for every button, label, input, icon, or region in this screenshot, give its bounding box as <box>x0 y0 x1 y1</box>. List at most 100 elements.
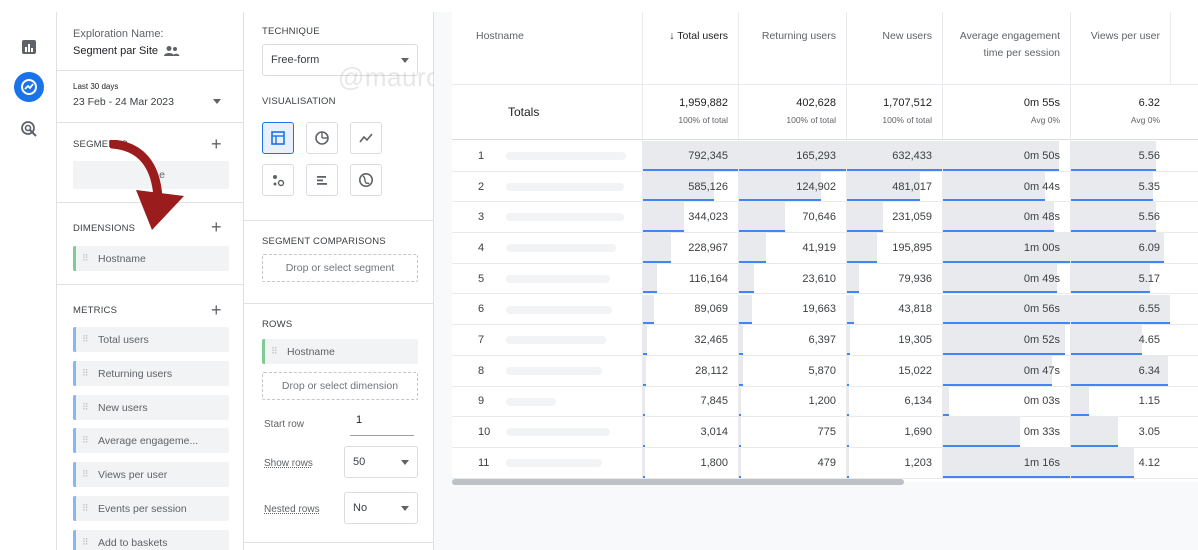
exploration-screen: Exploration Name: Segment par Site Last … <box>0 0 1198 550</box>
dimension-chip-hostname[interactable]: ⠿ Hostname <box>73 246 229 271</box>
cell-value: 1,203 <box>904 456 932 469</box>
table-cell: 6.55 <box>1070 294 1170 325</box>
table-cell: 479 <box>738 448 846 478</box>
totals-value: 1,959,882 <box>679 97 728 109</box>
geo-viz-button[interactable] <box>350 164 382 196</box>
cell-value: 481,017 <box>892 180 932 193</box>
table-row[interactable]: 9 7,845 1,200 6,134 0m 03s 1.15 <box>452 386 1198 418</box>
donut-viz-button[interactable] <box>306 122 338 154</box>
explore-icon[interactable] <box>14 72 44 102</box>
cell-value: 0m 33s <box>1023 426 1060 439</box>
metric-chip[interactable]: ⠿ New users <box>73 395 229 420</box>
nested-rows-select[interactable]: No <box>344 492 418 524</box>
metric-chip[interactable]: ⠿ Add to baskets <box>73 530 229 550</box>
exploration-name[interactable]: Segment par Site <box>73 45 180 57</box>
cell-value: 32,465 <box>694 334 728 347</box>
advertising-icon[interactable] <box>16 116 42 142</box>
metric-chip[interactable]: ⠿ Views per user <box>73 462 229 487</box>
metrics-title: METRICS <box>73 305 118 316</box>
table-cell: 6,397 <box>738 325 846 355</box>
cell-value: 632,433 <box>892 149 932 162</box>
donut-chart-icon <box>315 131 329 145</box>
column-header-total-users[interactable]: ↓ Total users <box>642 12 738 84</box>
cell-value: 4.12 <box>1138 456 1160 469</box>
cell-bar <box>847 386 849 417</box>
metric-chip[interactable]: ⠿ Events per session <box>73 496 229 521</box>
cell-value: 6.55 <box>1138 303 1160 316</box>
reports-icon[interactable] <box>16 34 42 60</box>
cell-value: 344,023 <box>688 211 728 224</box>
table-row[interactable]: 2 585,126 124,902 481,017 0m 44s 5.35 <box>452 171 1198 203</box>
column-header-returning-users[interactable]: Returning users <box>738 12 846 84</box>
show-rows-select[interactable]: 50 <box>344 446 418 478</box>
cell-value: 89,069 <box>694 303 728 316</box>
metric-label: Average engageme... <box>98 434 199 447</box>
table-cell: 5.17 <box>1070 263 1170 294</box>
table-row[interactable]: 8 28,112 5,870 15,022 0m 47s 6.34 <box>452 355 1198 387</box>
horizontal-scrollbar[interactable] <box>452 479 904 485</box>
cell-bar <box>847 202 883 233</box>
add-segment-icon[interactable]: + <box>211 135 222 153</box>
cell-value: 3.05 <box>1138 426 1160 439</box>
cell-value: 0m 56s <box>1023 303 1060 316</box>
rows-chip-hostname[interactable]: ⠿ Hostname <box>262 339 418 364</box>
table-row[interactable]: 7 32,465 6,397 19,305 0m 52s 4.65 <box>452 325 1198 356</box>
cell-bar <box>643 448 645 478</box>
cell-bar <box>643 355 647 386</box>
segment-dropzone[interactable]: Drop or select segment <box>262 254 418 282</box>
rows-dropzone[interactable]: Drop or select dimension <box>262 372 418 400</box>
cell-value: 775 <box>817 426 836 439</box>
scatter-viz-button[interactable] <box>262 164 294 196</box>
line-viz-button[interactable] <box>350 122 382 154</box>
bar-viz-button[interactable] <box>306 164 338 196</box>
table-row[interactable]: 11 1,800 479 1,203 1m 16s 4.12 <box>452 448 1198 479</box>
metric-chip[interactable]: ⠿ Average engageme... <box>73 428 229 453</box>
cell-bar <box>1071 386 1089 417</box>
totals-row: Totals 1,959,882 100% of total 402,628 100… <box>452 84 1198 141</box>
table-cell: 43,818 <box>846 294 942 325</box>
top-banner <box>0 0 1198 12</box>
table-row[interactable]: 6 89,069 19,663 43,818 0m 56s 6.55 <box>452 294 1198 326</box>
table-cell: 41,919 <box>738 233 846 263</box>
add-metric-icon[interactable]: + <box>211 301 222 319</box>
row-index: 7 <box>478 334 485 347</box>
technique-select[interactable]: Free-form <box>262 44 418 76</box>
start-row-label: Start row <box>264 419 305 430</box>
table-cell: 165,293 <box>738 141 846 171</box>
table-row[interactable]: 3 344,023 70,646 231,059 0m 48s 5.56 <box>452 202 1198 234</box>
column-header-avg-engagement[interactable]: Average engagement time per session <box>942 12 1070 84</box>
column-header-hostname[interactable]: Hostname <box>452 12 642 84</box>
date-range-picker[interactable]: Last 30 days 23 Feb - 24 Mar 2023 <box>73 82 229 118</box>
cell-bar <box>739 325 744 355</box>
table-row[interactable]: 5 116,164 23,610 79,936 0m 49s 5.17 <box>452 263 1198 295</box>
cell-value: 0m 49s <box>1023 272 1060 285</box>
table-cell: 28,112 <box>642 355 738 386</box>
table-row[interactable]: 1 792,345 165,293 632,433 0m 50s 5.56 <box>452 141 1198 172</box>
cell-value: 4.65 <box>1138 334 1160 347</box>
cell-value: 1m 00s <box>1023 241 1060 254</box>
cell-bar <box>847 294 854 325</box>
drag-handle-icon: ⠿ <box>82 435 89 445</box>
drag-handle-icon: ⠿ <box>82 503 89 513</box>
table-cell: 1,690 <box>846 417 942 447</box>
column-header-new-users[interactable]: New users <box>846 12 942 84</box>
start-row-input[interactable]: 1 <box>350 414 414 436</box>
column-header-views-per-user[interactable]: Views per user <box>1070 12 1170 84</box>
cell-bar <box>847 233 877 263</box>
totals-subtext: 100% of total <box>786 115 836 125</box>
annotation-arrow <box>110 140 184 230</box>
table-row[interactable]: 10 3,014 775 1,690 0m 33s 3.05 <box>452 417 1198 448</box>
cell-value: 165,293 <box>796 149 836 162</box>
cell-bar <box>943 417 1020 447</box>
cell-value: 0m 44s <box>1023 180 1060 193</box>
cell-value: 6,397 <box>808 334 836 347</box>
totals-cell: 1,707,512 100% of total <box>846 85 942 141</box>
add-dimension-icon[interactable]: + <box>211 218 222 236</box>
table-viz-button[interactable] <box>262 122 294 154</box>
cell-value: 0m 52s <box>1023 334 1060 347</box>
hostname-redacted <box>506 336 606 345</box>
visualisation-title: VISUALISATION <box>262 96 336 107</box>
metric-chip[interactable]: ⠿ Returning users <box>73 361 229 386</box>
table-row[interactable]: 4 228,967 41,919 195,895 1m 00s 6.09 <box>452 233 1198 264</box>
metric-chip[interactable]: ⠿ Total users <box>73 327 229 352</box>
